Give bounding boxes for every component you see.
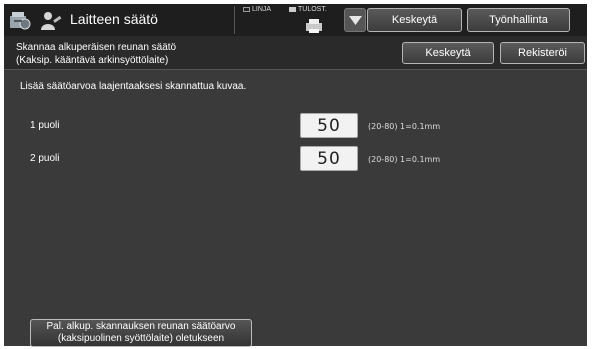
side2-range-hint: (20-80) 1=0.1mm	[368, 155, 441, 164]
instruction-text: Lisää säätöarvoa laajentaaksesi skannatt…	[20, 81, 247, 92]
subheader-title: Skannaa alkuperäisen reunan säätö (Kaksi…	[16, 41, 176, 67]
print-indicator-label: TULOST.	[298, 6, 327, 13]
side2-value-input[interactable]: 50	[300, 146, 358, 171]
side1-value-input[interactable]: 50	[300, 113, 358, 138]
printer-icon	[306, 19, 322, 33]
device-settings-icon	[10, 12, 31, 30]
status-dropdown-button[interactable]	[344, 8, 366, 32]
line-indicator-label: LINJA	[252, 6, 272, 13]
print-indicator: TULOST.	[289, 6, 327, 13]
side2-label: 2 puoli	[30, 153, 60, 164]
reset-button-line-2: (kaksipuolinen syöttölaite) oletukseen	[57, 333, 225, 344]
reset-button-line-1: Pal. alkup. skannauksen reunan säätöarvo	[46, 321, 236, 332]
print-status-light	[289, 7, 296, 12]
line-indicator: LINJA	[243, 6, 271, 13]
header-cancel-button[interactable]: Keskeytä	[367, 8, 462, 32]
subheader-line-2: (Kaksip. kääntävä arkinsyöttölaite)	[16, 55, 169, 66]
triangle-down-icon	[349, 16, 362, 25]
side1-label: 1 puoli	[30, 120, 60, 131]
job-status-button[interactable]: Työnhallinta	[467, 8, 570, 32]
line-status-light	[243, 7, 250, 12]
reset-to-default-button[interactable]: Pal. alkup. skannauksen reunan säätöarvo…	[30, 319, 252, 347]
register-button[interactable]: Rekisteröi	[500, 42, 585, 64]
cancel-button[interactable]: Keskeytä	[402, 42, 494, 64]
admin-user-icon	[41, 12, 62, 30]
page-title: Laitteen säätö	[70, 11, 158, 27]
subheader-line-1: Skannaa alkuperäisen reunan säätö	[16, 42, 177, 53]
title-divider	[234, 6, 235, 34]
side1-range-hint: (20-80) 1=0.1mm	[368, 122, 441, 131]
